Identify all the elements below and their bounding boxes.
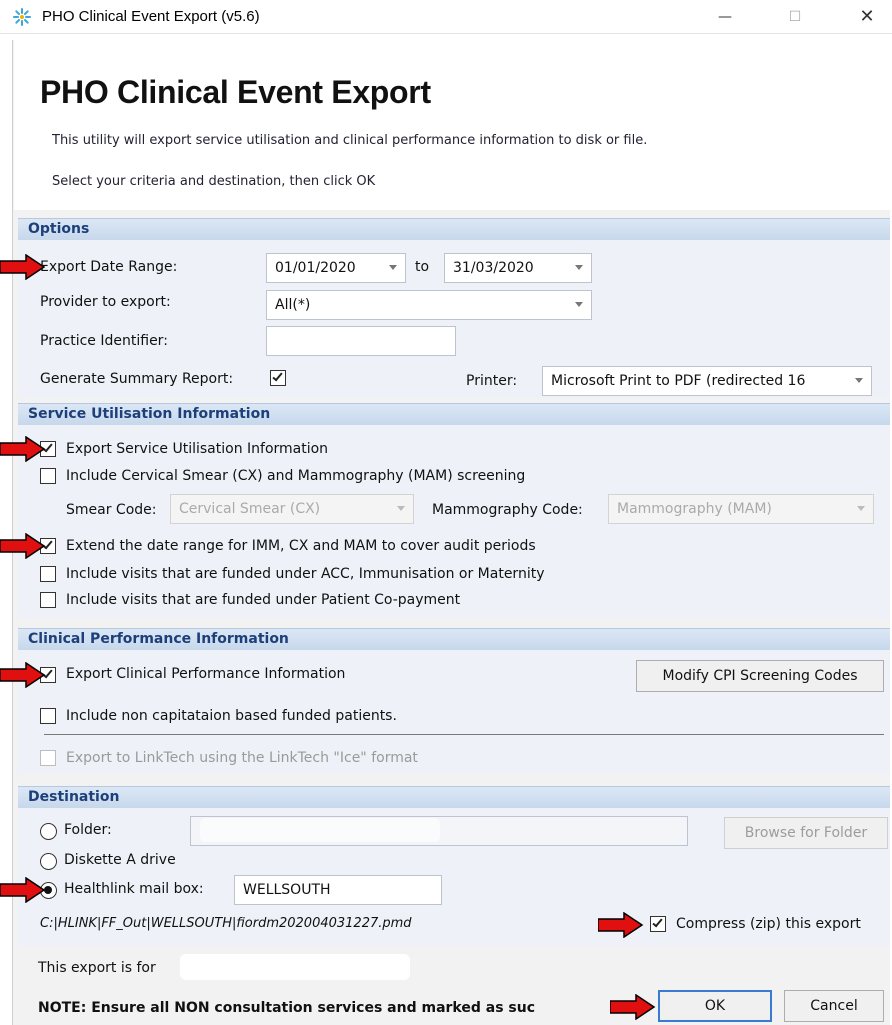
ok-button[interactable]: OK	[658, 990, 772, 1022]
divider	[44, 734, 884, 735]
smear-code-select[interactable]: Cervical Smear (CX)	[170, 494, 414, 524]
healthlink-label: Healthlink mail box:	[64, 881, 204, 897]
export-clinical-label: Export Clinical Performance Information	[66, 666, 346, 682]
non-capitation-checkbox[interactable]	[40, 708, 56, 724]
folder-radio[interactable]	[40, 823, 57, 840]
healthlink-input[interactable]: WELLSOUTH	[234, 875, 442, 905]
linktech-checkbox[interactable]	[40, 750, 56, 766]
modify-cpi-button[interactable]: Modify CPI Screening Codes	[636, 660, 884, 692]
intro-line-2: Select your criteria and destination, th…	[52, 174, 376, 189]
compress-label: Compress (zip) this export	[676, 916, 861, 932]
date-range-label: Export Date Range:	[40, 259, 178, 275]
chevron-down-icon	[397, 506, 405, 511]
export-service-label: Export Service Utilisation Information	[66, 441, 329, 457]
red-arrow-icon	[0, 533, 46, 559]
intro-line-1: This utility will export service utilisa…	[52, 133, 648, 148]
mammography-code-label: Mammography Code:	[432, 502, 583, 518]
chevron-down-icon	[575, 302, 583, 307]
window-title: PHO Clinical Event Export (v5.6)	[42, 8, 260, 25]
folder-label: Folder:	[64, 822, 112, 838]
options-heading: Options	[18, 218, 890, 240]
maximize-button[interactable]: ☐	[772, 0, 818, 34]
checkmark-icon	[272, 370, 283, 382]
practice-identifier-label: Practice Identifier:	[40, 333, 168, 349]
acc-visits-checkbox[interactable]	[40, 566, 56, 582]
page-title: PHO Clinical Event Export	[40, 74, 431, 110]
summary-report-checkbox[interactable]	[270, 370, 286, 386]
summary-report-label: Generate Summary Report:	[40, 371, 234, 387]
browse-folder-button[interactable]: Browse for Folder	[724, 817, 888, 849]
footer-note: NOTE: Ensure all NON consultation servic…	[38, 1000, 535, 1016]
extend-date-range-label: Extend the date range for IMM, CX and MA…	[66, 538, 536, 554]
diskette-radio[interactable]	[40, 853, 57, 870]
non-capitation-label: Include non capitataion based funded pat…	[66, 708, 397, 724]
smear-code-label: Smear Code:	[66, 502, 157, 518]
cervical-mammo-checkbox[interactable]	[40, 468, 56, 484]
minimize-button[interactable]: —	[702, 0, 748, 34]
red-arrow-icon	[0, 662, 46, 688]
provider-label: Provider to export:	[40, 294, 171, 310]
acc-visits-label: Include visits that are funded under ACC…	[66, 566, 545, 582]
printer-label: Printer:	[466, 373, 518, 389]
red-arrow-icon	[610, 994, 656, 1020]
red-arrow-icon	[0, 254, 46, 280]
provider-select[interactable]: All(*)	[266, 290, 592, 320]
chevron-down-icon	[857, 506, 865, 511]
clinical-performance-heading: Clinical Performance Information	[18, 628, 890, 650]
chevron-down-icon	[389, 265, 397, 270]
practice-identifier-input[interactable]	[266, 326, 456, 356]
compress-checkbox[interactable]	[650, 916, 666, 932]
copay-visits-label: Include visits that are funded under Pat…	[66, 592, 461, 608]
redaction-mark	[180, 954, 410, 980]
service-utilisation-heading: Service Utilisation Information	[18, 403, 890, 425]
checkmark-icon	[652, 916, 663, 928]
red-arrow-icon	[0, 436, 46, 462]
export-path: C:|HLINK|FF_Out|WELLSOUTH|fiordm20200403…	[40, 916, 412, 931]
app-icon	[13, 8, 31, 26]
red-arrow-icon	[598, 912, 644, 938]
mammography-code-select[interactable]: Mammography (MAM)	[608, 494, 874, 524]
linktech-label: Export to LinkTech using the LinkTech "I…	[66, 750, 418, 766]
date-to-picker[interactable]: 31/03/2020	[444, 253, 592, 283]
printer-select[interactable]: Microsoft Print to PDF (redirected 16	[542, 366, 872, 396]
date-from-picker[interactable]: 01/01/2020	[266, 253, 406, 283]
cancel-button[interactable]: Cancel	[784, 990, 884, 1022]
diskette-label: Diskette A drive	[64, 852, 176, 868]
export-for-label: This export is for	[38, 960, 156, 976]
destination-heading: Destination	[18, 786, 890, 808]
close-button[interactable]: ✕	[844, 0, 890, 34]
redaction-mark	[200, 818, 440, 842]
chevron-down-icon	[575, 265, 583, 270]
title-bar: PHO Clinical Event Export (v5.6) — ☐ ✕	[0, 0, 892, 34]
cervical-mammo-label: Include Cervical Smear (CX) and Mammogra…	[66, 468, 526, 484]
chevron-down-icon	[855, 378, 863, 383]
to-label: to	[415, 259, 430, 275]
copay-visits-checkbox[interactable]	[40, 592, 56, 608]
red-arrow-icon	[0, 877, 46, 903]
